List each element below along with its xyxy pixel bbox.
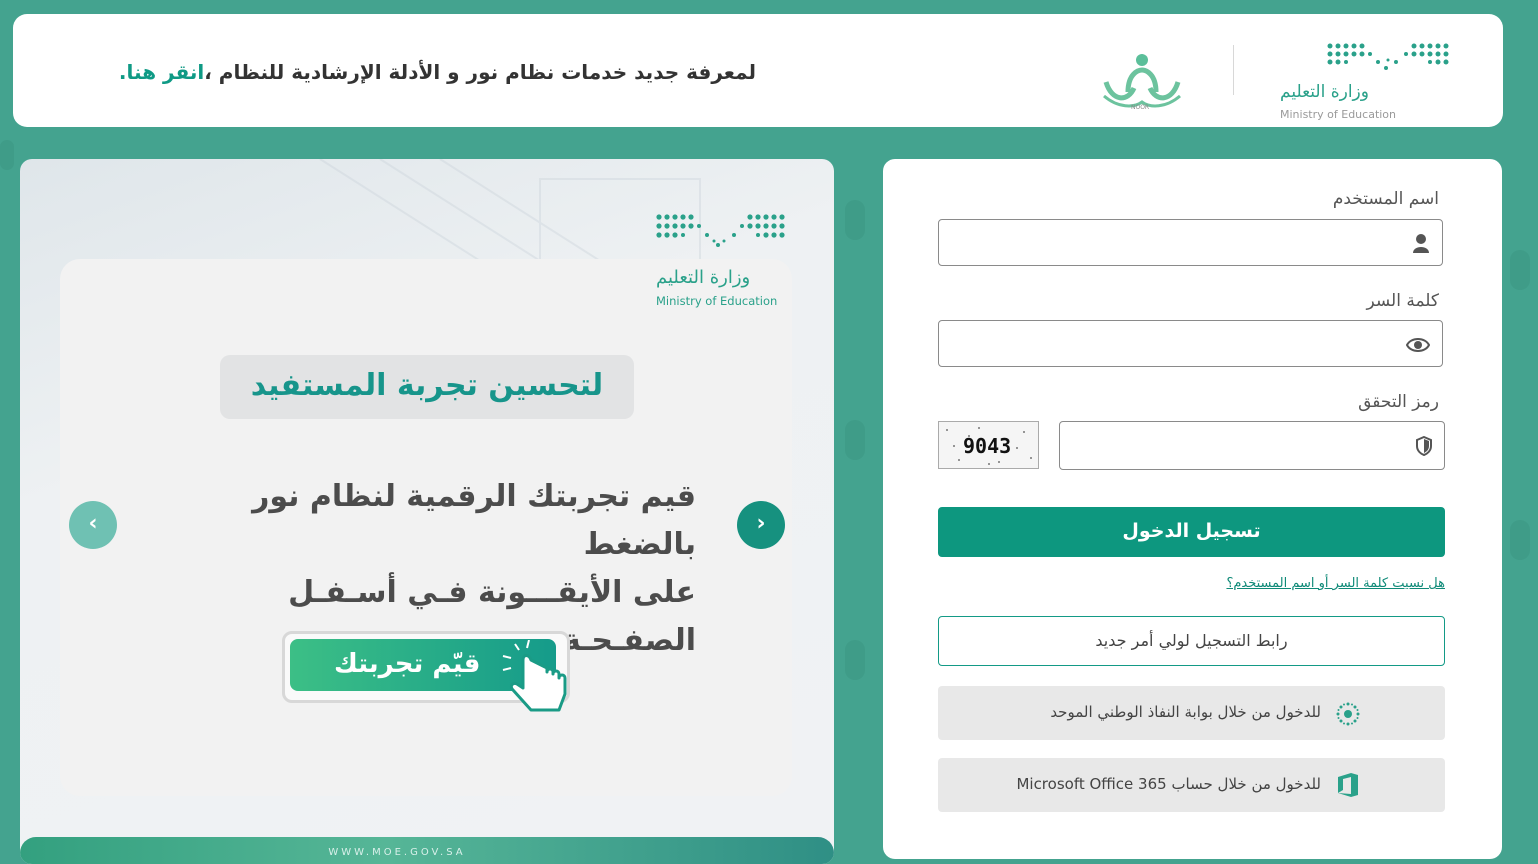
noor-logo-text: NOOR	[1131, 104, 1150, 111]
top-header: لمعرفة جديد خدمات نظام نور و الأدلة الإر…	[13, 14, 1503, 127]
captcha-input[interactable]	[1072, 422, 1406, 468]
banner-carousel: وزارة التعليم Ministry of Education لتحس…	[20, 159, 834, 864]
nafath-login-label: للدخول من خلال بوابة النفاذ الوطني الموح…	[1050, 703, 1321, 721]
noor-logo: NOOR	[1098, 52, 1186, 118]
captcha-code: 9043	[963, 434, 1012, 458]
banner-moe-english: Ministry of Education	[656, 294, 778, 308]
banner-headline: لتحسين تجربة المستفيد	[220, 355, 634, 419]
moe-logo: وزارة التعليم Ministry of Education	[1268, 40, 1453, 121]
header-divider	[1233, 45, 1234, 95]
banner-moe-arabic: وزارة التعليم	[656, 267, 751, 288]
office365-login-label: للدخول من خلال حساب Microsoft Office 365	[1016, 775, 1321, 793]
password-field[interactable]	[938, 320, 1443, 367]
username-field[interactable]	[938, 219, 1443, 266]
carousel-prev-button[interactable]: ‹	[69, 501, 117, 549]
banner-moe-logo: وزارة التعليم Ministry of Education	[654, 211, 786, 308]
rate-experience-label: قيّم تجربتك	[334, 649, 481, 679]
captcha-image: 9043	[938, 421, 1039, 469]
user-icon	[1413, 234, 1429, 253]
captcha-label: رمز التحقق	[1358, 392, 1439, 412]
pointer-hand-icon	[502, 640, 567, 712]
banner-body-line1: قيم تجربتك الرقمية لنظام نور بالضغط	[252, 479, 696, 562]
forgot-password-link[interactable]: هل نسيت كلمة السر أو اسم المستخدم؟	[1226, 576, 1445, 591]
header-message: لمعرفة جديد خدمات نظام نور و الأدلة الإر…	[13, 60, 756, 84]
username-input[interactable]	[951, 220, 1395, 266]
login-button[interactable]: تسجيل الدخول	[938, 507, 1445, 557]
username-label: اسم المستخدم	[1332, 189, 1439, 209]
nafath-login-button[interactable]: للدخول من خلال بوابة النفاذ الوطني الموح…	[938, 686, 1445, 740]
footer-url: WWW.MOE.GOV.SA	[328, 847, 466, 858]
show-password-eye-icon[interactable]	[1406, 335, 1430, 355]
shield-icon	[1416, 436, 1432, 456]
office365-login-button[interactable]: للدخول من خلال حساب Microsoft Office 365	[938, 758, 1445, 812]
guardian-registration-button[interactable]: رابط التسجيل لولي أمر جديد	[938, 616, 1445, 666]
nafath-icon	[1336, 702, 1360, 726]
password-input[interactable]	[951, 321, 1395, 367]
captcha-field[interactable]	[1059, 421, 1445, 470]
moe-logo-english: Ministry of Education	[1280, 108, 1397, 121]
office365-icon	[1338, 773, 1358, 797]
password-label: كلمة السر	[1366, 291, 1439, 311]
click-here-link[interactable]: انقر هنا.	[119, 60, 204, 84]
header-message-text: لمعرفة جديد خدمات نظام نور و الأدلة الإر…	[204, 60, 756, 84]
banner-footer: WWW.MOE.GOV.SA	[20, 837, 834, 864]
carousel-next-button[interactable]: ›	[737, 501, 785, 549]
moe-logo-arabic: وزارة التعليم	[1280, 82, 1369, 102]
login-panel: اسم المستخدم كلمة السر رمز التحقق 9043 ت…	[883, 159, 1502, 859]
rate-experience-graphic: قيّم تجربتك	[282, 631, 570, 712]
